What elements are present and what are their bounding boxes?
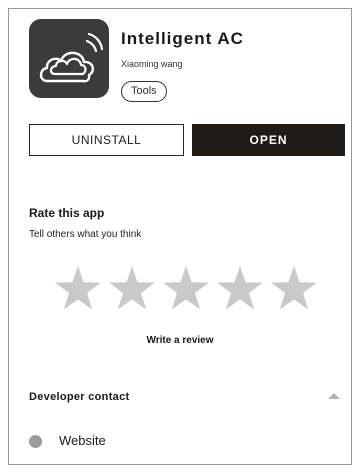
write-review-link[interactable]: Write a review <box>9 335 351 346</box>
star-icon[interactable] <box>270 264 318 316</box>
cloud-wifi-icon <box>39 32 104 83</box>
developer-contact-header[interactable]: Developer contact <box>29 391 129 403</box>
star-icon[interactable] <box>54 264 102 316</box>
developer-name[interactable]: Xiaoming wang <box>121 59 183 69</box>
rate-section-title: Rate this app <box>29 206 105 220</box>
star-rating <box>54 264 319 316</box>
app-icon <box>29 19 109 98</box>
star-icon[interactable] <box>108 264 156 316</box>
website-label: Website <box>59 433 106 448</box>
website-contact-item[interactable]: Website <box>29 433 229 451</box>
app-title: Intelligent AC <box>121 29 244 48</box>
rate-section-subtitle: Tell others what you think <box>29 229 142 240</box>
chevron-up-icon[interactable] <box>327 391 341 401</box>
app-detail-panel: Intelligent AC Xiaoming wang Tools UNINS… <box>8 8 352 465</box>
circle-icon <box>29 435 42 448</box>
star-icon[interactable] <box>216 264 264 316</box>
category-chip[interactable]: Tools <box>121 81 167 102</box>
star-icon[interactable] <box>162 264 210 316</box>
uninstall-button[interactable]: UNINSTALL <box>29 124 184 156</box>
open-button[interactable]: OPEN <box>192 124 345 156</box>
